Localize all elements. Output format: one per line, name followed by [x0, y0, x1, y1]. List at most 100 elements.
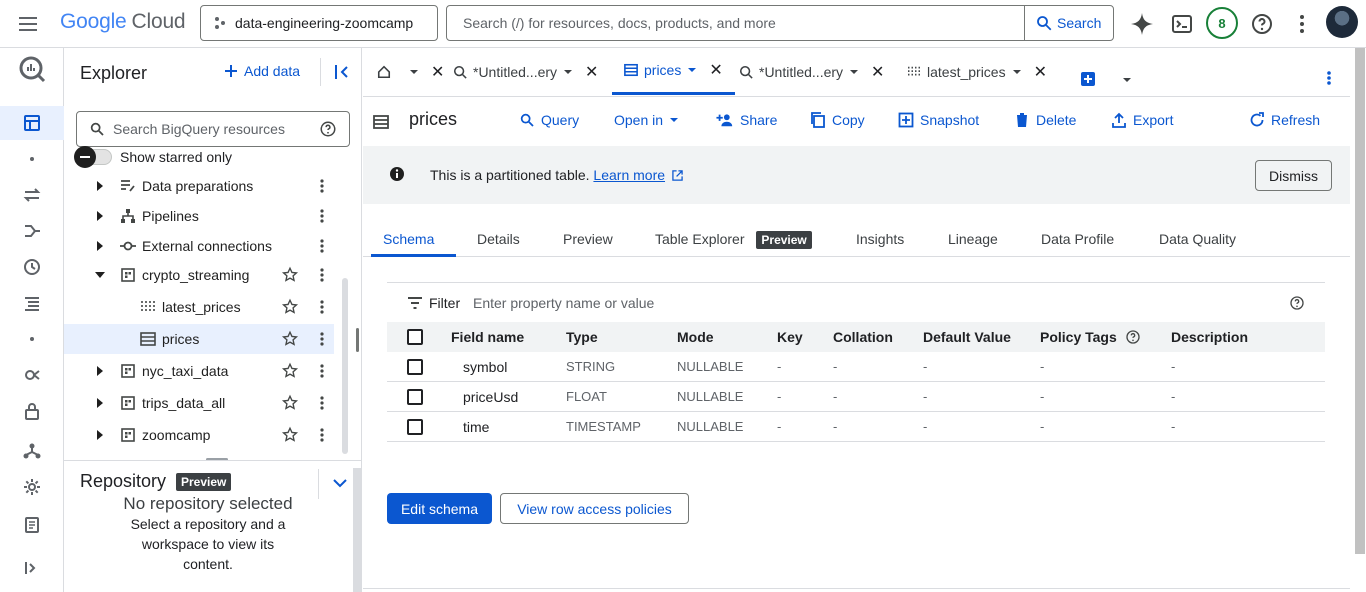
tree-item-nyc-taxi-data[interactable]: nyc_taxi_data — [64, 356, 334, 386]
expand-arrow-icon[interactable] — [94, 210, 106, 222]
tab-data-quality[interactable]: Data Quality — [1159, 231, 1236, 247]
query-button[interactable]: Query — [519, 112, 579, 128]
menu-icon[interactable] — [16, 12, 40, 36]
refresh-button[interactable]: Refresh — [1249, 112, 1320, 128]
expand-rail-icon[interactable] — [20, 556, 44, 580]
notifications-badge[interactable]: 8 — [1206, 7, 1238, 39]
add-data-button[interactable]: Add data — [224, 63, 300, 79]
avatar[interactable] — [1326, 6, 1358, 38]
search-input[interactable]: Search (/) for resources, docs, products… — [447, 6, 1024, 40]
tab-preview[interactable]: Preview — [563, 231, 613, 247]
close-icon[interactable]: ✕ — [1034, 62, 1047, 82]
close-icon[interactable]: ✕ — [709, 60, 722, 80]
share-button[interactable]: Share — [716, 112, 777, 128]
transfers-icon[interactable] — [20, 183, 44, 207]
collapse-arrow-icon[interactable] — [94, 269, 106, 281]
chevron-down-icon[interactable] — [330, 473, 350, 493]
snapshot-button[interactable]: Snapshot — [898, 112, 979, 128]
tab-untitled-query-1[interactable]: *Untitled...ery ✕ — [453, 48, 598, 96]
settings-icon[interactable] — [20, 475, 44, 499]
search-help-icon[interactable] — [319, 120, 337, 138]
caret-down-icon[interactable] — [1012, 67, 1022, 77]
help-icon[interactable] — [1289, 295, 1305, 311]
filter-input[interactable]: Enter property name or value — [473, 295, 654, 311]
close-icon[interactable]: ✕ — [871, 62, 884, 82]
global-search[interactable]: Search (/) for resources, docs, products… — [446, 5, 1114, 41]
show-starred-toggle[interactable] — [74, 146, 112, 168]
row-checkbox[interactable] — [407, 359, 423, 375]
tab-schema[interactable]: Schema — [383, 231, 434, 247]
caret-down-icon[interactable] — [687, 65, 697, 75]
tab-latest-prices[interactable]: latest_prices ✕ — [907, 48, 1047, 96]
more-actions-icon[interactable] — [314, 238, 330, 254]
panel-resize-handle[interactable] — [356, 328, 359, 352]
more-actions-icon[interactable] — [314, 299, 330, 315]
google-cloud-logo[interactable]: Google Cloud — [60, 10, 186, 34]
close-icon[interactable]: ✕ — [431, 62, 444, 82]
tree-item-crypto-streaming[interactable]: crypto_streaming — [64, 260, 334, 290]
schema-filter-bar[interactable]: Filter Enter property name or value — [387, 282, 1325, 322]
lock-icon[interactable] — [20, 399, 44, 423]
search-button[interactable]: Search — [1024, 6, 1113, 40]
export-button[interactable]: Export — [1111, 112, 1173, 128]
caret-down-icon[interactable] — [849, 67, 859, 77]
more-options-icon[interactable] — [1321, 70, 1337, 86]
explorer-search-input[interactable]: Search BigQuery resources — [76, 111, 350, 147]
more-actions-icon[interactable] — [314, 331, 330, 347]
close-icon[interactable]: ✕ — [585, 62, 598, 82]
project-picker[interactable]: data-engineering-zoomcamp — [200, 5, 438, 41]
star-icon[interactable] — [281, 426, 299, 444]
pipelines-rail-icon[interactable] — [20, 219, 44, 243]
caret-down-icon[interactable] — [563, 67, 573, 77]
more-actions-icon[interactable] — [314, 363, 330, 379]
repository-scrollbar[interactable] — [353, 468, 361, 592]
new-tab-icon[interactable] — [1080, 71, 1096, 87]
more-actions-icon[interactable] — [314, 427, 330, 443]
collapse-panel-icon[interactable] — [332, 62, 352, 82]
star-icon[interactable] — [281, 298, 299, 316]
tree-item-zoomcamp[interactable]: zoomcamp — [64, 420, 334, 450]
expand-arrow-icon[interactable] — [94, 180, 106, 192]
tabs-overflow-caret-icon[interactable] — [1122, 75, 1132, 85]
more-actions-icon[interactable] — [314, 208, 330, 224]
expand-arrow-icon[interactable] — [94, 429, 106, 441]
bigquery-logo-icon[interactable] — [17, 54, 47, 84]
more-actions-icon[interactable] — [314, 178, 330, 194]
copy-button[interactable]: Copy — [810, 112, 865, 128]
select-all-checkbox[interactable] — [407, 329, 423, 345]
more-actions-icon[interactable] — [314, 267, 330, 283]
row-checkbox[interactable] — [407, 389, 423, 405]
tab-insights[interactable]: Insights — [856, 231, 904, 247]
tree-item-data-preparations[interactable]: Data preparations — [64, 171, 334, 201]
delete-button[interactable]: Delete — [1014, 112, 1076, 128]
learn-more-link[interactable]: Learn more — [593, 167, 665, 183]
tab-data-profile[interactable]: Data Profile — [1041, 231, 1114, 247]
star-icon[interactable] — [281, 266, 299, 284]
tab-prices[interactable]: prices ✕ — [612, 48, 735, 95]
tree-item-external-connections[interactable]: External connections — [64, 231, 334, 261]
show-starred-toggle-row[interactable]: Show starred only — [74, 146, 232, 168]
table-row[interactable]: priceUsd FLOAT NULLABLE - - - - - — [387, 382, 1325, 412]
page-scrollbar[interactable] — [1355, 48, 1365, 554]
expand-arrow-icon[interactable] — [94, 240, 106, 252]
expand-arrow-icon[interactable] — [94, 397, 106, 409]
more-actions-icon[interactable] — [314, 395, 330, 411]
row-checkbox[interactable] — [407, 419, 423, 435]
caret-down-icon[interactable] — [409, 67, 419, 77]
more-options-icon[interactable] — [1290, 12, 1314, 36]
studio-icon[interactable] — [20, 111, 44, 135]
gemini-icon[interactable] — [1130, 12, 1154, 36]
tab-details[interactable]: Details — [477, 231, 520, 247]
tree-item-trips-data-all[interactable]: trips_data_all — [64, 388, 334, 418]
tab-table-explorer[interactable]: Table Explorer Preview — [655, 231, 812, 249]
open-in-button[interactable]: Open in — [614, 112, 679, 128]
star-icon[interactable] — [281, 330, 299, 348]
expand-arrow-icon[interactable] — [94, 365, 106, 377]
star-icon[interactable] — [281, 362, 299, 380]
tab-home[interactable]: ✕ — [377, 48, 444, 96]
list-icon[interactable] — [20, 291, 44, 315]
dismiss-button[interactable]: Dismiss — [1255, 160, 1332, 191]
analytics-hub-icon[interactable] — [20, 363, 44, 387]
tree-item-pipelines[interactable]: Pipelines — [64, 201, 334, 231]
view-row-access-policies-button[interactable]: View row access policies — [500, 493, 689, 524]
